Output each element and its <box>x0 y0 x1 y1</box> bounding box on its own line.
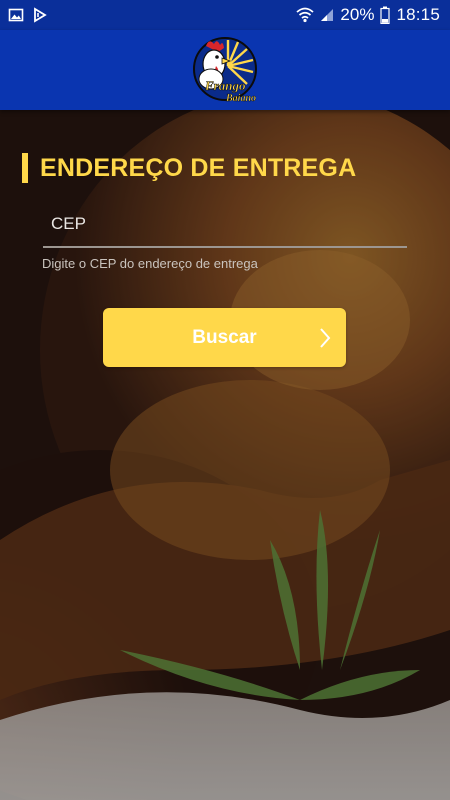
image-icon <box>8 7 24 23</box>
frango-logo-icon: Frango Baiano <box>193 37 257 104</box>
signal-icon <box>320 8 334 22</box>
search-button-label: Buscar <box>192 326 257 348</box>
download-icon <box>32 7 48 23</box>
battery-icon <box>380 6 391 24</box>
status-bar-left <box>8 7 48 23</box>
title-accent-bar <box>22 153 28 183</box>
status-bar: 20% 18:15 <box>0 0 450 30</box>
cep-helper-text: Digite o CEP do endereço de entrega <box>42 256 258 271</box>
logo-text-line1: Frango <box>204 78 246 93</box>
cep-input[interactable] <box>43 208 407 248</box>
wifi-icon <box>296 7 315 23</box>
battery-percent: 20% <box>340 5 375 24</box>
clock: 18:15 <box>396 5 440 24</box>
status-bar-right: 20% 18:15 <box>296 5 440 25</box>
app-bar: Frango Baiano <box>0 30 450 110</box>
page-title: ENDEREÇO DE ENTREGA <box>40 153 357 182</box>
section-title: ENDEREÇO DE ENTREGA <box>22 152 356 184</box>
chevron-right-icon <box>320 328 331 348</box>
main-content: ENDEREÇO DE ENTREGA Digite o CEP do ende… <box>0 110 450 800</box>
logo-text-line2: Baiano <box>225 93 256 104</box>
search-button[interactable]: Buscar <box>103 308 346 367</box>
